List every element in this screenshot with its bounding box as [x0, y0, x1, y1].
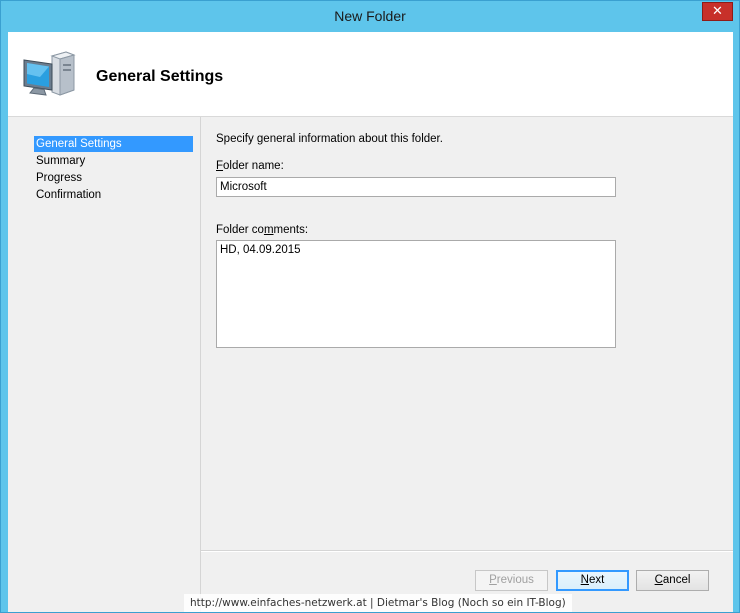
folder-comments-textarea[interactable]: HD, 04.09.2015	[216, 240, 616, 348]
folder-name-input[interactable]	[216, 177, 616, 197]
cancel-button[interactable]: Cancel	[636, 570, 709, 591]
nav-item-progress[interactable]: Progress	[34, 170, 193, 186]
previous-accel: P	[489, 574, 497, 586]
next-button[interactable]: Next	[556, 570, 629, 591]
cancel-accel: C	[654, 574, 663, 586]
folder-comments-label: Folder comments:	[216, 224, 308, 236]
folder-name-label-rest: older name:	[223, 160, 284, 172]
nav-item-general-settings[interactable]: General Settings	[34, 136, 193, 152]
previous-button[interactable]: Previous	[475, 570, 548, 591]
wizard-header: General Settings	[8, 32, 733, 117]
computer-icon	[23, 51, 76, 96]
page-title: General Settings	[96, 68, 224, 85]
next-accel: N	[580, 574, 589, 586]
window-title: New Folder	[334, 8, 406, 24]
watermark-text: http://www.einfaches-netzwerk.at | Dietm…	[184, 594, 572, 612]
footer-divider	[201, 550, 733, 552]
wizard-content: Specify general information about this f…	[201, 117, 733, 550]
folder-comments-label-accel: m	[263, 224, 274, 236]
folder-name-label: Folder name:	[216, 160, 284, 172]
cancel-rest: ancel	[662, 574, 691, 586]
folder-comments-label-post: ments:	[273, 224, 309, 236]
next-rest: ext	[588, 574, 605, 586]
folder-name-label-accel: F	[216, 160, 224, 172]
nav-item-summary[interactable]: Summary	[34, 153, 193, 169]
nav-item-confirmation[interactable]: Confirmation	[34, 187, 193, 203]
new-folder-window: New Folder ✕ General Settings General Se…	[0, 0, 740, 613]
wizard-client-area: General Settings General Settings Summar…	[8, 32, 733, 612]
title-bar[interactable]: New Folder ✕	[1, 1, 739, 32]
close-icon: ✕	[712, 4, 723, 19]
close-button[interactable]: ✕	[702, 2, 733, 21]
folder-comments-label-pre: Folder co	[216, 224, 264, 236]
previous-rest: revious	[496, 574, 534, 586]
intro-text: Specify general information about this f…	[216, 133, 443, 145]
wizard-nav: General Settings Summary Progress Confir…	[8, 117, 201, 612]
